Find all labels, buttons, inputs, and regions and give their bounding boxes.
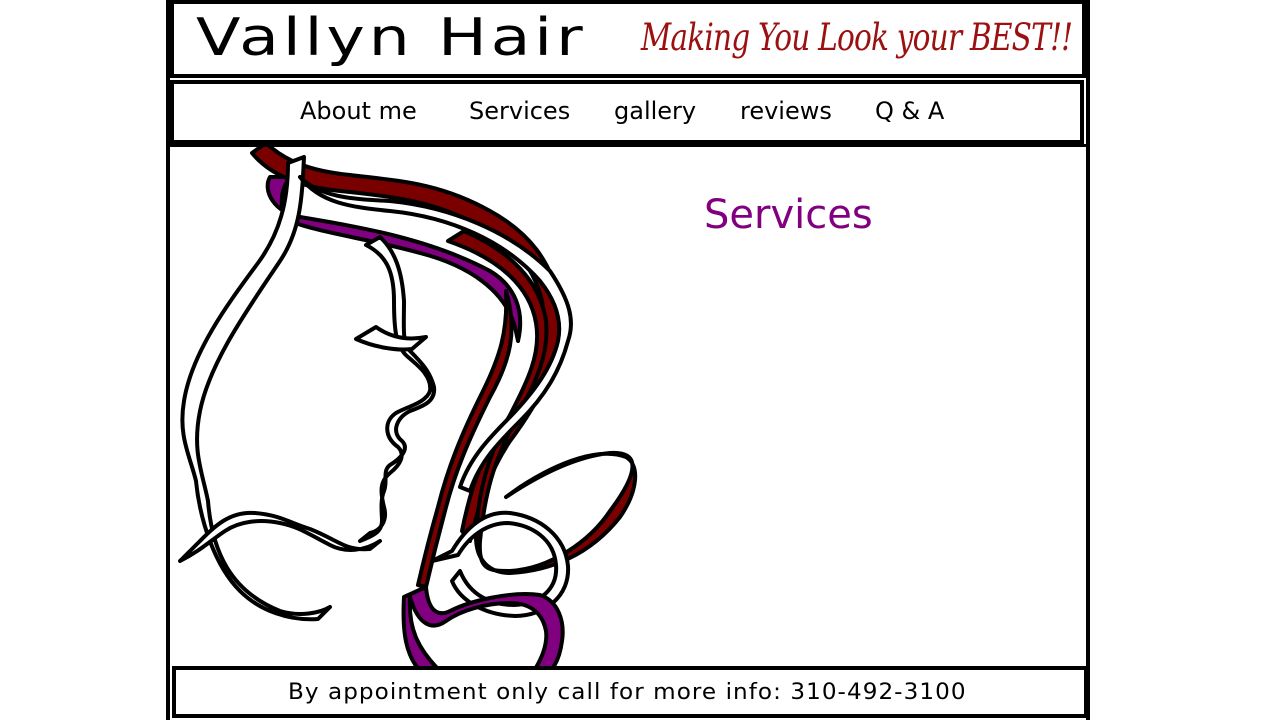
nav-item-reviews[interactable]: reviews xyxy=(740,94,832,128)
site-logo-text[interactable]: Vallyn Hair xyxy=(196,8,586,68)
nav-item-gallery[interactable]: gallery xyxy=(614,94,696,128)
hair-ribbon-illustration xyxy=(178,147,638,666)
nav-item-services[interactable]: Services xyxy=(469,94,570,128)
site-footer: By appointment only call for more info: … xyxy=(172,666,1088,718)
section-title: Services xyxy=(704,192,873,238)
main-content: Services xyxy=(170,144,1086,666)
site-header: Vallyn Hair Making You Look your BEST!! xyxy=(170,0,1086,78)
main-nav: About me Services gallery reviews Q & A xyxy=(170,80,1084,144)
nav-item-qa[interactable]: Q & A xyxy=(875,94,944,128)
site-tagline: Making You Look your BEST!! xyxy=(640,16,1073,59)
nav-item-about-me[interactable]: About me xyxy=(300,94,417,128)
footer-contact-text: By appointment only call for more info: … xyxy=(288,680,967,705)
